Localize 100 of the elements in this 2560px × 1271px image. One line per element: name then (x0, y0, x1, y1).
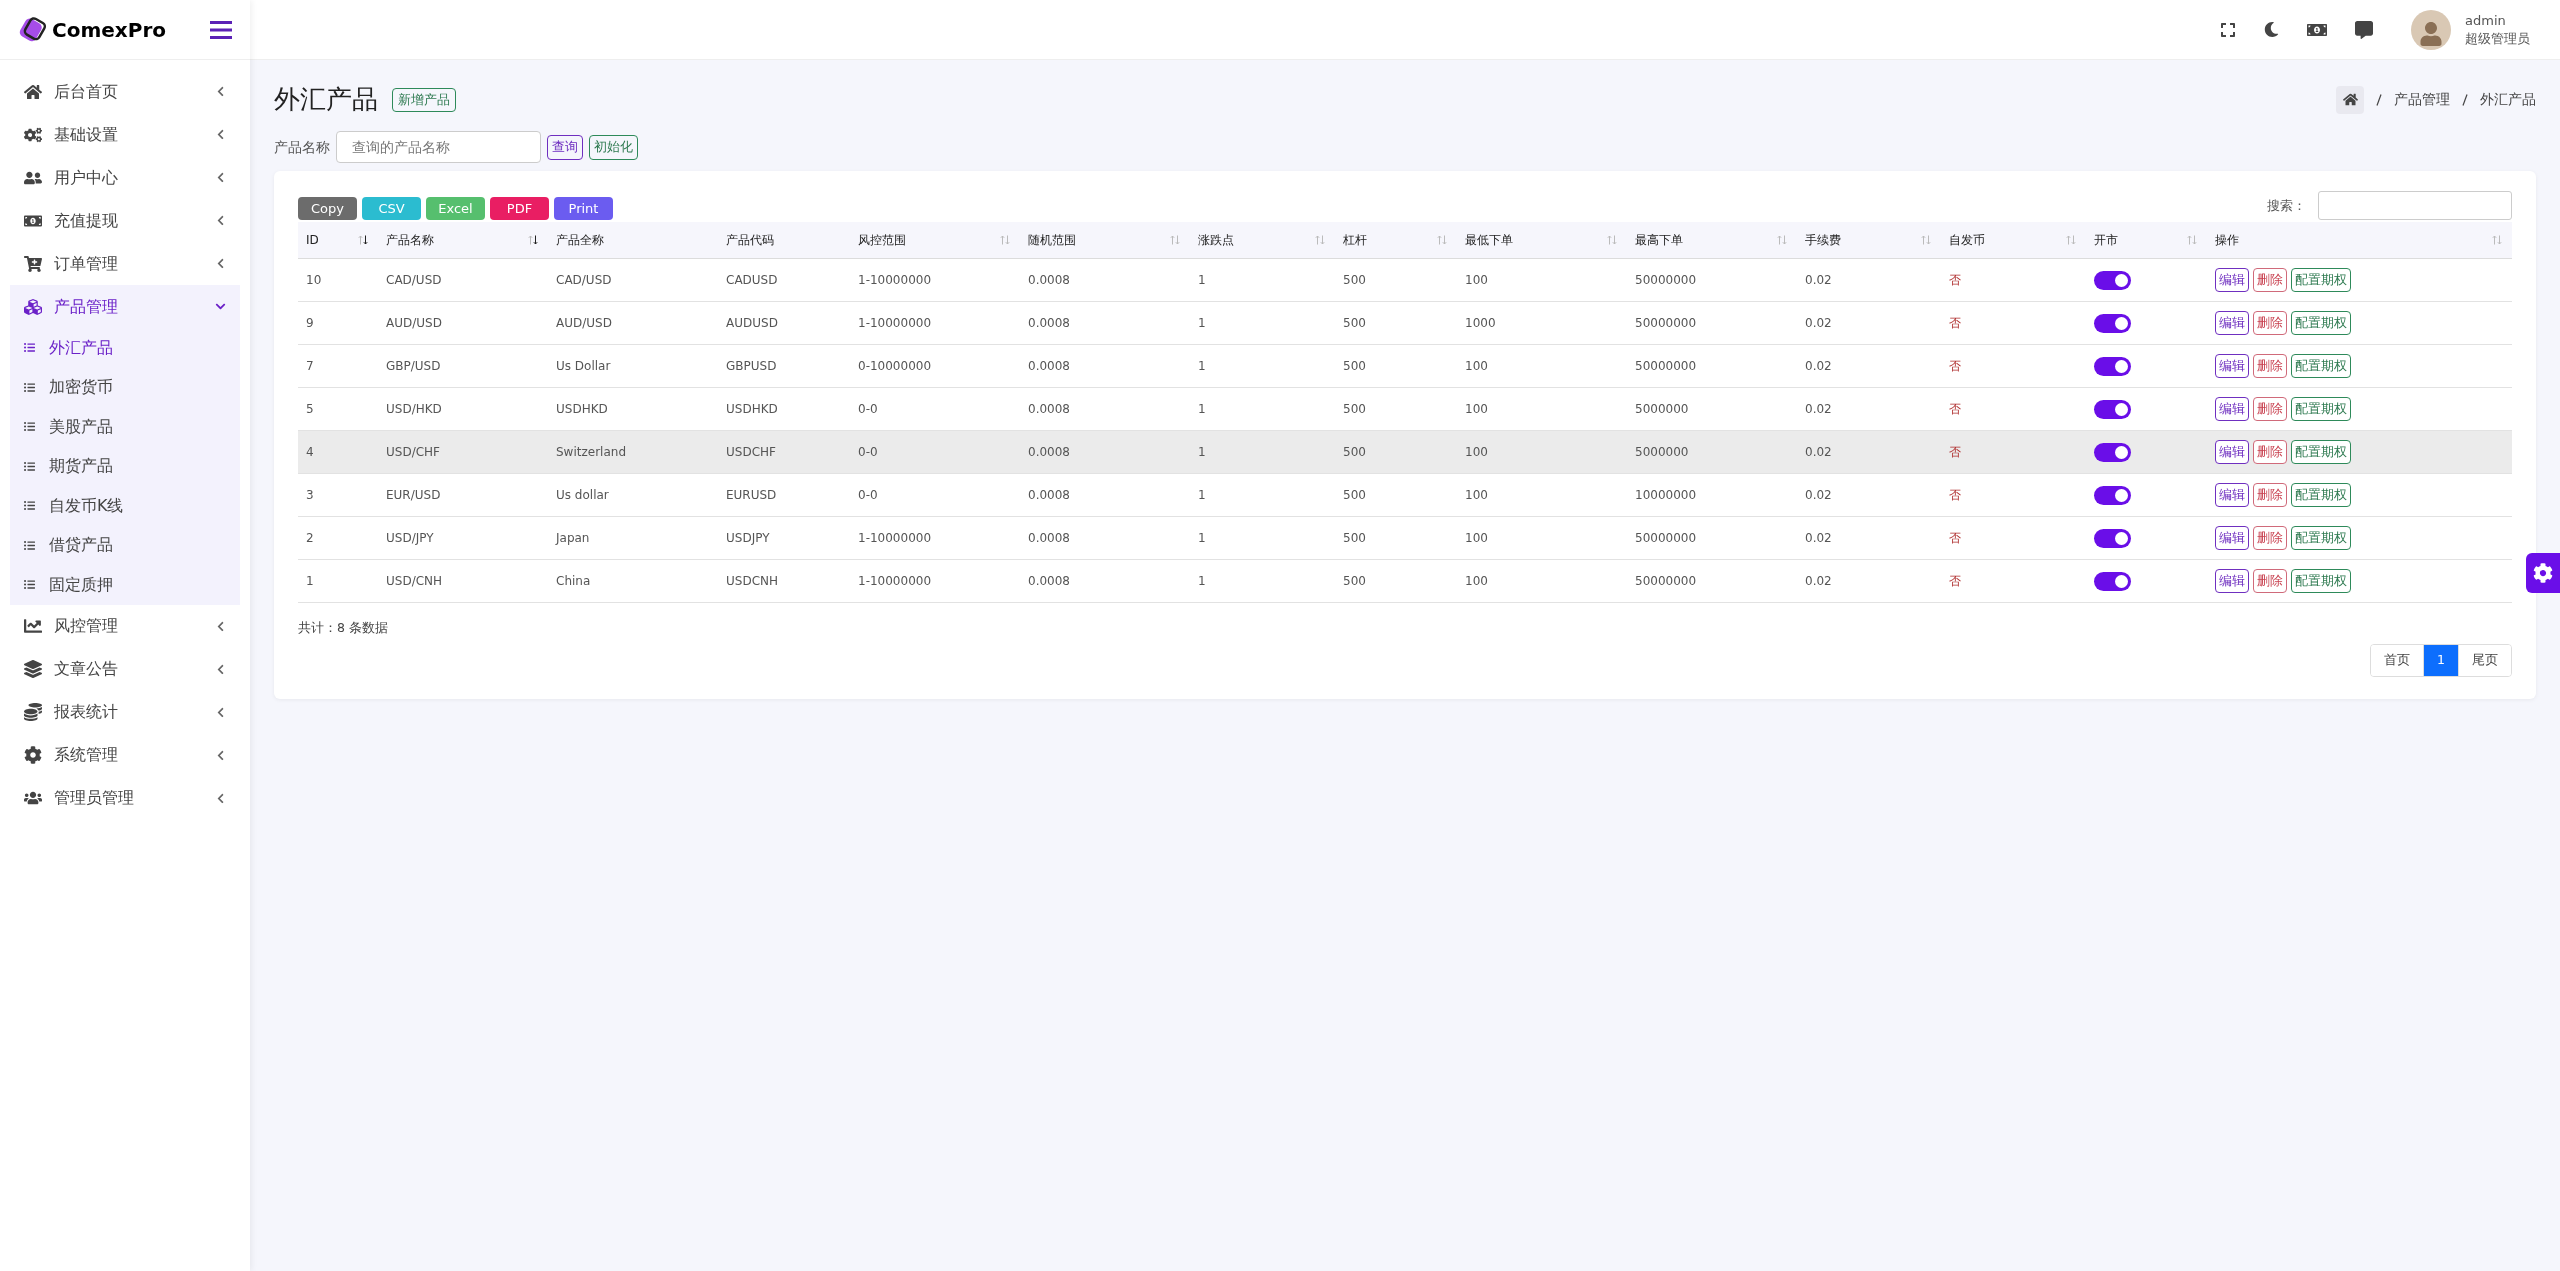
column-header[interactable]: 产品名称 (386, 231, 434, 249)
toggle-switch[interactable] (2094, 356, 2131, 376)
export-button[interactable]: PDF (490, 197, 549, 220)
home-icon (2342, 92, 2358, 107)
column-header[interactable]: 手续费 (1805, 231, 1841, 249)
toggle-switch[interactable] (2094, 528, 2131, 548)
column-header[interactable]: 开市 (2094, 231, 2118, 249)
submenu-item[interactable]: 加密货币 (10, 367, 240, 407)
toggle-switch[interactable] (2094, 485, 2131, 505)
edit-button[interactable]: 编辑 (2215, 483, 2249, 507)
configure-button[interactable]: 配置期权 (2291, 311, 2351, 335)
sidebar-item[interactable]: 管理员管理 (10, 776, 240, 820)
delete-button[interactable]: 删除 (2253, 526, 2287, 550)
configure-button[interactable]: 配置期权 (2291, 354, 2351, 378)
sidebar-item[interactable]: 订单管理 (10, 242, 240, 285)
configure-button[interactable]: 配置期权 (2291, 268, 2351, 292)
toggle-switch[interactable] (2094, 313, 2131, 333)
product-name-field[interactable]: 查询的产品名称 (336, 131, 541, 163)
delete-button[interactable]: 删除 (2253, 440, 2287, 464)
breadcrumb-item[interactable]: 外汇产品 (2480, 89, 2536, 110)
toggle-switch[interactable] (2094, 270, 2131, 290)
search-field[interactable] (2318, 191, 2512, 220)
delete-button[interactable]: 删除 (2253, 311, 2287, 335)
settings-button[interactable] (2526, 553, 2560, 593)
delete-button[interactable]: 删除 (2253, 268, 2287, 292)
configure-button[interactable]: 配置期权 (2291, 526, 2351, 550)
add-product-button[interactable]: 新增产品 (392, 87, 456, 112)
sidebar-item[interactable]: 用户中心 (10, 156, 240, 199)
table-row[interactable]: 4 USD/CHF Switzerland USDCHF 0-0 0.0008 1 500 100 5000000 0.02 否 编辑 删除 配置期权 (298, 431, 2512, 474)
edit-button[interactable]: 编辑 (2215, 268, 2249, 292)
toggle-switch[interactable] (2094, 571, 2131, 591)
delete-button[interactable]: 删除 (2253, 569, 2287, 593)
delete-button[interactable]: 删除 (2253, 397, 2287, 421)
pagination-button[interactable]: 尾页 (2458, 644, 2511, 676)
sidebar-item[interactable]: 后台首页 (10, 70, 240, 113)
submenu-item[interactable]: 期货产品 (10, 446, 240, 486)
configure-button[interactable]: 配置期权 (2291, 569, 2351, 593)
pagination-button[interactable]: 1 (2423, 644, 2458, 676)
submenu-item[interactable]: 固定质押 (10, 565, 240, 605)
sidebar-item[interactable]: 风控管理 (10, 604, 240, 648)
toggle-switch[interactable] (2094, 442, 2131, 462)
list-icon (24, 421, 35, 433)
filter-label: 产品名称 (274, 137, 330, 157)
toggle-switch[interactable] (2094, 399, 2131, 419)
sidebar-item[interactable]: 基础设置 (10, 113, 240, 156)
edit-button[interactable]: 编辑 (2215, 354, 2249, 378)
table-cell-text: USDCHF (726, 444, 776, 461)
edit-button[interactable]: 编辑 (2215, 526, 2249, 550)
column-header[interactable]: 自发币 (1949, 231, 1985, 249)
table-cell-text: 500 (1343, 573, 1366, 590)
table-cell-text: 100 (1465, 358, 1488, 375)
table-cell-text: USDHKD (556, 401, 608, 418)
chevron-left-icon (215, 86, 226, 97)
column-header[interactable]: 产品代码 (726, 231, 774, 249)
column-header[interactable]: 操作 (2215, 231, 2239, 249)
delete-button[interactable]: 删除 (2253, 483, 2287, 507)
edit-button[interactable]: 编辑 (2215, 397, 2249, 421)
query-button[interactable]: 查询 (547, 134, 583, 160)
configure-button[interactable]: 配置期权 (2291, 440, 2351, 464)
submenu-item[interactable]: 美股产品 (10, 407, 240, 447)
column-header[interactable]: 最低下单 (1465, 231, 1513, 249)
table-cell-text: 100 (1465, 573, 1488, 590)
sidebar-item[interactable]: 报表统计 (10, 690, 240, 734)
export-button[interactable]: Print (554, 197, 613, 220)
avatar[interactable] (2411, 9, 2451, 50)
column-header[interactable]: ID (306, 231, 319, 249)
edit-button[interactable]: 编辑 (2215, 311, 2249, 335)
column-header[interactable]: 杠杆 (1343, 231, 1367, 249)
submenu-item[interactable]: 自发币K线 (10, 486, 240, 526)
table-cell-text: 0.0008 (1028, 573, 1070, 590)
delete-button[interactable]: 删除 (2253, 354, 2287, 378)
chevron-left-icon (215, 215, 226, 226)
breadcrumb-item[interactable]: 产品管理 (2394, 89, 2450, 110)
column-header[interactable]: 最高下单 (1635, 231, 1683, 249)
moon-icon[interactable] (2264, 22, 2279, 37)
column-header[interactable]: 产品全称 (556, 231, 604, 249)
sidebar-item[interactable]: 文章公告 (10, 647, 240, 691)
column-header[interactable]: 涨跌点 (1198, 231, 1234, 249)
configure-button[interactable]: 配置期权 (2291, 397, 2351, 421)
edit-button[interactable]: 编辑 (2215, 440, 2249, 464)
menu-icon[interactable] (210, 20, 232, 39)
home-button[interactable] (2336, 85, 2364, 114)
sidebar-item[interactable]: 系统管理 (10, 733, 240, 777)
table-cell-text: 1 (1198, 358, 1206, 375)
submenu-item[interactable]: 借贷产品 (10, 525, 240, 565)
reset-button[interactable]: 初始化 (589, 134, 638, 160)
export-button[interactable]: Copy (298, 197, 357, 220)
comment-icon[interactable] (2355, 20, 2373, 39)
sidebar-item[interactable]: 产品管理 (10, 285, 240, 328)
column-header[interactable]: 风控范围 (858, 231, 906, 249)
table-cell-text: 0.02 (1805, 530, 1832, 547)
submenu-item[interactable]: 外汇产品 (10, 328, 240, 368)
sort-arrows-icon[interactable] (528, 235, 538, 245)
sort-arrows-icon[interactable] (358, 235, 368, 245)
sidebar-item[interactable]: 充值提现 (10, 199, 240, 242)
fullscreen-icon[interactable] (2220, 21, 2236, 38)
column-header[interactable]: 随机范围 (1028, 231, 1076, 249)
chevron-left-icon (215, 663, 226, 675)
configure-button[interactable]: 配置期权 (2291, 483, 2351, 507)
edit-button[interactable]: 编辑 (2215, 569, 2249, 593)
